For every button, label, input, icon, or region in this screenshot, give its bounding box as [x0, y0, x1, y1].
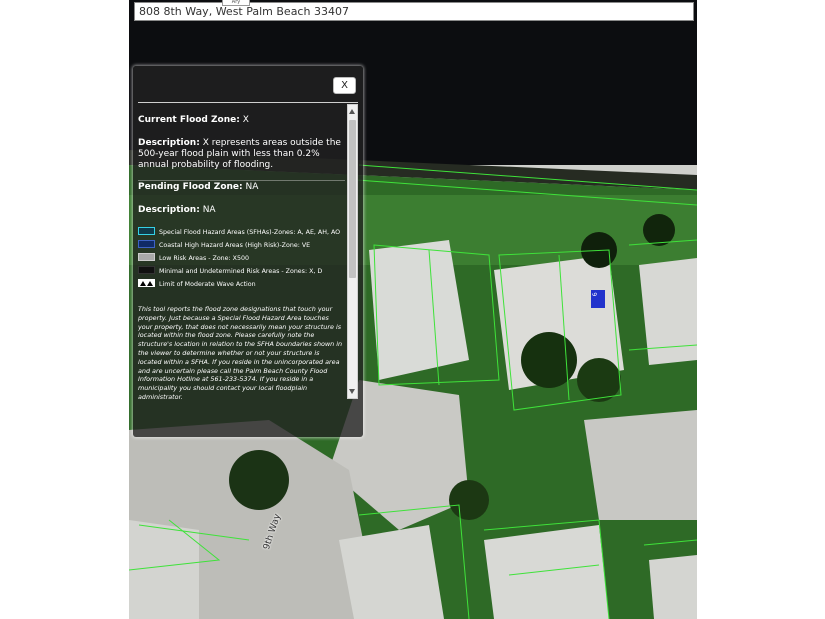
close-button[interactable]: X — [333, 77, 356, 94]
legend-item: Limit of Moderate Wave Action — [138, 279, 256, 290]
pending-flood-zone: Pending Flood Zone: NA — [138, 182, 345, 193]
legend-swatch-minimal — [138, 266, 155, 274]
zone-description-label: Description: — [138, 138, 200, 148]
legend-label: Low Risk Areas - Zone: X500 — [159, 255, 249, 262]
pending-description-value: NA — [202, 205, 216, 215]
current-flood-zone-value: X — [242, 115, 249, 125]
top-tab[interactable]: Ary — [222, 0, 250, 6]
tree — [643, 214, 675, 246]
legend-label: Coastal High Hazard Areas (High Risk)-Zo… — [159, 242, 311, 249]
legend-swatch-coastal — [138, 240, 155, 248]
tree — [577, 358, 621, 402]
legend-label: Special Flood Hazard Areas (SFHAs)-Zones… — [159, 229, 341, 236]
scroll-down-arrow-icon[interactable] — [349, 389, 355, 394]
address-search-input[interactable]: 808 8th Way, West Palm Beach 33407 — [134, 2, 694, 21]
zone-description: Description: X represents areas outside … — [138, 138, 345, 171]
building-roof — [649, 555, 697, 619]
legend-swatch-low-risk — [138, 253, 155, 261]
building-roof — [129, 520, 199, 619]
pending-flood-zone-value: NA — [245, 182, 259, 192]
section-divider — [138, 180, 345, 181]
popup-divider — [138, 102, 358, 103]
popup-scrollbar[interactable] — [347, 104, 358, 399]
pending-flood-zone-label: Pending Flood Zone: — [138, 182, 243, 192]
popup-content[interactable]: Current Flood Zone: X Description: X rep… — [138, 104, 345, 399]
legend-swatch-sfha — [138, 227, 155, 235]
building-roof — [339, 525, 444, 619]
pending-description-label: Description: — [138, 205, 200, 215]
wave-triangles-icon — [140, 281, 153, 286]
current-flood-zone-label: Current Flood Zone: — [138, 115, 240, 125]
current-flood-zone: Current Flood Zone: X — [138, 115, 345, 126]
legend-item: Coastal High Hazard Areas (High Risk)-Zo… — [138, 240, 311, 251]
tree — [449, 480, 489, 520]
building-roof — [484, 525, 609, 619]
scroll-thumb[interactable] — [349, 120, 356, 278]
legend-item: Minimal and Undetermined Risk Areas - Zo… — [138, 266, 323, 277]
pending-description: Description: NA — [138, 205, 345, 216]
legend-item: Special Flood Hazard Areas (SFHAs)-Zones… — [138, 227, 341, 238]
legend-item: Low Risk Areas - Zone: X500 — [138, 253, 249, 264]
tree — [521, 332, 577, 388]
tree — [229, 450, 289, 510]
legend-label: Limit of Moderate Wave Action — [159, 281, 256, 288]
scroll-up-arrow-icon[interactable] — [349, 109, 355, 114]
legend-swatch-wave-action — [138, 279, 155, 287]
parking-lot-east — [584, 410, 697, 520]
disclaimer-text: This tool reports the flood zone designa… — [138, 305, 343, 399]
legend-label: Minimal and Undetermined Risk Areas - Zo… — [159, 268, 323, 275]
